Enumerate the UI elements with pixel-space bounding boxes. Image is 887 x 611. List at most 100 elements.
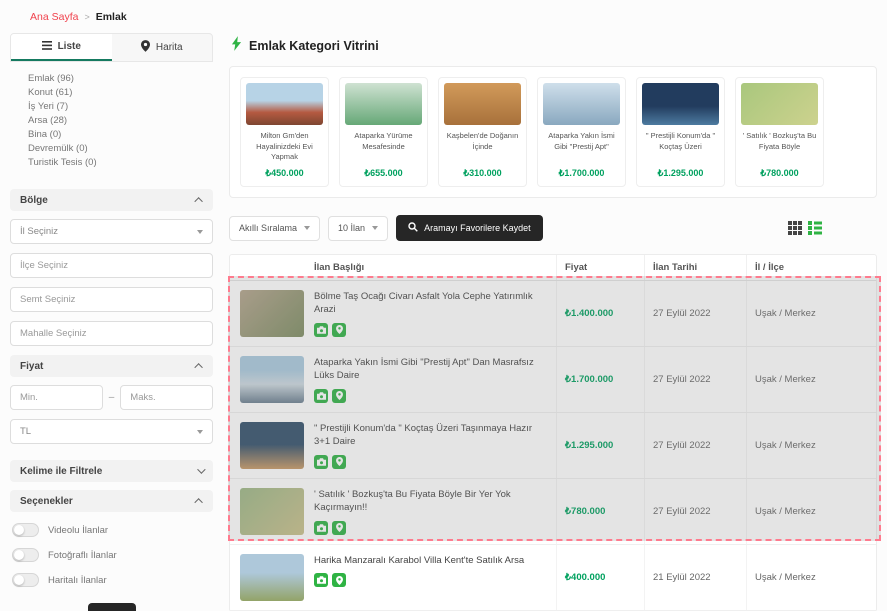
- section-fiyat[interactable]: Fiyat: [10, 355, 213, 377]
- photo-badge[interactable]: [314, 455, 328, 469]
- listing-badges: [314, 323, 548, 337]
- listing-thumbnail: [240, 356, 304, 403]
- main-content: Emlak Kategori Vitrini Milton Gm'den Hay…: [229, 33, 877, 611]
- fotografli-toggle-label: Fotoğraflı İlanlar: [48, 550, 117, 561]
- category-item[interactable]: Konut (61): [14, 85, 209, 99]
- map-badge[interactable]: [332, 455, 346, 469]
- listing-price: ₺1.295.000: [642, 168, 719, 179]
- table-row[interactable]: " Prestijli Konum'da " Koçtaş Üzeri Taşı…: [230, 413, 876, 479]
- price-max-input[interactable]: [120, 385, 213, 410]
- listing-title[interactable]: Harika Manzaralı Karabol Villa Kent'te S…: [314, 554, 524, 567]
- listing-thumbnail: [240, 422, 304, 469]
- layout: Liste Harita Emlak (96) Konut (61) İş Ye…: [0, 28, 887, 611]
- listing-price: ₺655.000: [345, 168, 422, 179]
- table-row[interactable]: ' Satılık ' Bozkuş'ta Bu Fiyata Böyle Bi…: [230, 479, 876, 545]
- section-bolge[interactable]: Bölge: [10, 189, 213, 211]
- caret-down-icon: [197, 430, 203, 434]
- listing-title[interactable]: ' Satılık ' Bozkuş'ta Bu Fiyata Böyle Bi…: [314, 488, 548, 515]
- category-item[interactable]: Bina (0): [14, 127, 209, 141]
- page: Ana Sayfa > Emlak Liste Harita: [0, 0, 887, 611]
- toggle-row-fotografli: Fotoğraflı İlanlar: [12, 548, 211, 562]
- price-min-input[interactable]: [10, 385, 103, 410]
- section-kelime[interactable]: Kelime ile Filtrele: [10, 460, 213, 482]
- category-item[interactable]: Emlak (96): [14, 71, 209, 85]
- category-item[interactable]: Arsa (28): [14, 113, 209, 127]
- save-search-button[interactable]: Aramayı Favorilere Kaydet: [396, 215, 543, 241]
- table-row[interactable]: Harika Manzaralı Karabol Villa Kent'te S…: [230, 545, 876, 611]
- section-fiyat-label: Fiyat: [20, 361, 43, 372]
- save-search-label: Aramayı Favorilere Kaydet: [424, 223, 531, 233]
- tab-liste[interactable]: Liste: [11, 34, 112, 61]
- map-badge[interactable]: [332, 573, 346, 587]
- header-price: Fiyat: [556, 255, 644, 280]
- videolu-toggle[interactable]: [12, 523, 39, 537]
- photo-badge[interactable]: [314, 573, 328, 587]
- showcase-card[interactable]: " Prestijli Konum'da " Koçtaş Üzeri ₺1.2…: [636, 77, 725, 187]
- per-page-select[interactable]: 10 İlan: [328, 216, 388, 241]
- listing-date: 27 Eylül 2022: [644, 281, 746, 346]
- showcase-card[interactable]: Kaşbelen'de Doğanın İçinde ₺310.000: [438, 77, 527, 187]
- showcase-card[interactable]: Milton Gm'den Hayalinizdeki Evi Yapmak ₺…: [240, 77, 329, 187]
- category-item[interactable]: Devremülk (0): [14, 141, 209, 155]
- listing-price: ₺780.000: [741, 168, 818, 179]
- haritali-toggle-label: Haritalı İlanlar: [48, 575, 107, 586]
- section-secenekler[interactable]: Seçenekler: [10, 490, 213, 512]
- map-badge[interactable]: [332, 323, 346, 337]
- mahalle-input[interactable]: [10, 321, 213, 346]
- fotografli-toggle[interactable]: [12, 548, 39, 562]
- map-badge[interactable]: [332, 389, 346, 403]
- listing-info: Harika Manzaralı Karabol Villa Kent'te S…: [314, 554, 524, 601]
- semt-input[interactable]: [10, 287, 213, 312]
- header-date: İlan Tarihi: [644, 255, 746, 280]
- il-select[interactable]: İl Seçiniz: [10, 219, 213, 244]
- currency-select[interactable]: TL: [10, 419, 213, 444]
- lightning-icon: [231, 36, 242, 56]
- caret-down-icon: [197, 230, 203, 234]
- listing-title[interactable]: Ataparka Yakın İsmi Gibi "Prestij Apt" D…: [314, 356, 548, 383]
- category-item[interactable]: İş Yeri (7): [14, 99, 209, 113]
- listing-thumbnail: [240, 554, 304, 601]
- search-button[interactable]: Ara: [88, 603, 136, 611]
- ilce-input[interactable]: [10, 253, 213, 278]
- listing-location: Uşak / Merkez: [746, 281, 876, 346]
- view-tabs: Liste Harita: [10, 33, 213, 62]
- grid-view-icon[interactable]: [788, 221, 802, 235]
- map-badge[interactable]: [332, 521, 346, 535]
- sort-select[interactable]: Akıllı Sıralama: [229, 216, 320, 241]
- toggle-row-haritali: Haritalı İlanlar: [12, 573, 211, 587]
- listing-location: Uşak / Merkez: [746, 545, 876, 610]
- caret-down-icon: [304, 226, 310, 230]
- photo-badge[interactable]: [314, 389, 328, 403]
- photo-badge[interactable]: [314, 323, 328, 337]
- showcase-card[interactable]: Ataparka Yakın İsmi Gibi "Prestij Apt" ₺…: [537, 77, 626, 187]
- listing-info: Bölme Taş Ocağı Civarı Asfalt Yola Cephe…: [314, 290, 548, 337]
- list-view-icon[interactable]: [808, 221, 822, 235]
- listing-date: 27 Eylül 2022: [644, 413, 746, 478]
- header-location: İl / İlçe: [746, 255, 876, 280]
- listing-title: Ataparka Yakın İsmi Gibi "Prestij Apt": [543, 131, 620, 163]
- listing-title[interactable]: Bölme Taş Ocağı Civarı Asfalt Yola Cephe…: [314, 290, 548, 317]
- listing-title[interactable]: " Prestijli Konum'da " Koçtaş Üzeri Taşı…: [314, 422, 548, 449]
- results-table: İlan Başlığı Fiyat İlan Tarihi İl / İlçe…: [229, 254, 877, 611]
- listing-badges: [314, 573, 524, 587]
- listing-location: Uşak / Merkez: [746, 347, 876, 412]
- listing-cell: Ataparka Yakın İsmi Gibi "Prestij Apt" D…: [230, 347, 556, 412]
- listing-location: Uşak / Merkez: [746, 479, 876, 544]
- caret-down-icon: [372, 226, 378, 230]
- table-row[interactable]: Bölme Taş Ocağı Civarı Asfalt Yola Cephe…: [230, 281, 876, 347]
- showcase-card[interactable]: ' Satılık ' Bozkuş'ta Bu Fiyata Böyle ₺7…: [735, 77, 824, 187]
- category-item[interactable]: Turistik Tesis (0): [14, 155, 209, 169]
- haritali-toggle[interactable]: [12, 573, 39, 587]
- breadcrumb-home-link[interactable]: Ana Sayfa: [30, 11, 78, 23]
- photo-badge[interactable]: [314, 521, 328, 535]
- price-range-row: –: [10, 385, 213, 410]
- listing-price: ₺310.000: [444, 168, 521, 179]
- table-row[interactable]: Ataparka Yakın İsmi Gibi "Prestij Apt" D…: [230, 347, 876, 413]
- tab-harita[interactable]: Harita: [112, 34, 213, 61]
- table-body: Bölme Taş Ocağı Civarı Asfalt Yola Cephe…: [230, 281, 876, 611]
- showcase-card[interactable]: Ataparka Yürüme Mesafesinde ₺655.000: [339, 77, 428, 187]
- listing-title: " Prestijli Konum'da " Koçtaş Üzeri: [642, 131, 719, 163]
- listing-cell: Bölme Taş Ocağı Civarı Asfalt Yola Cephe…: [230, 281, 556, 346]
- listing-info: ' Satılık ' Bozkuş'ta Bu Fiyata Böyle Bi…: [314, 488, 548, 535]
- listing-photo: [444, 83, 521, 125]
